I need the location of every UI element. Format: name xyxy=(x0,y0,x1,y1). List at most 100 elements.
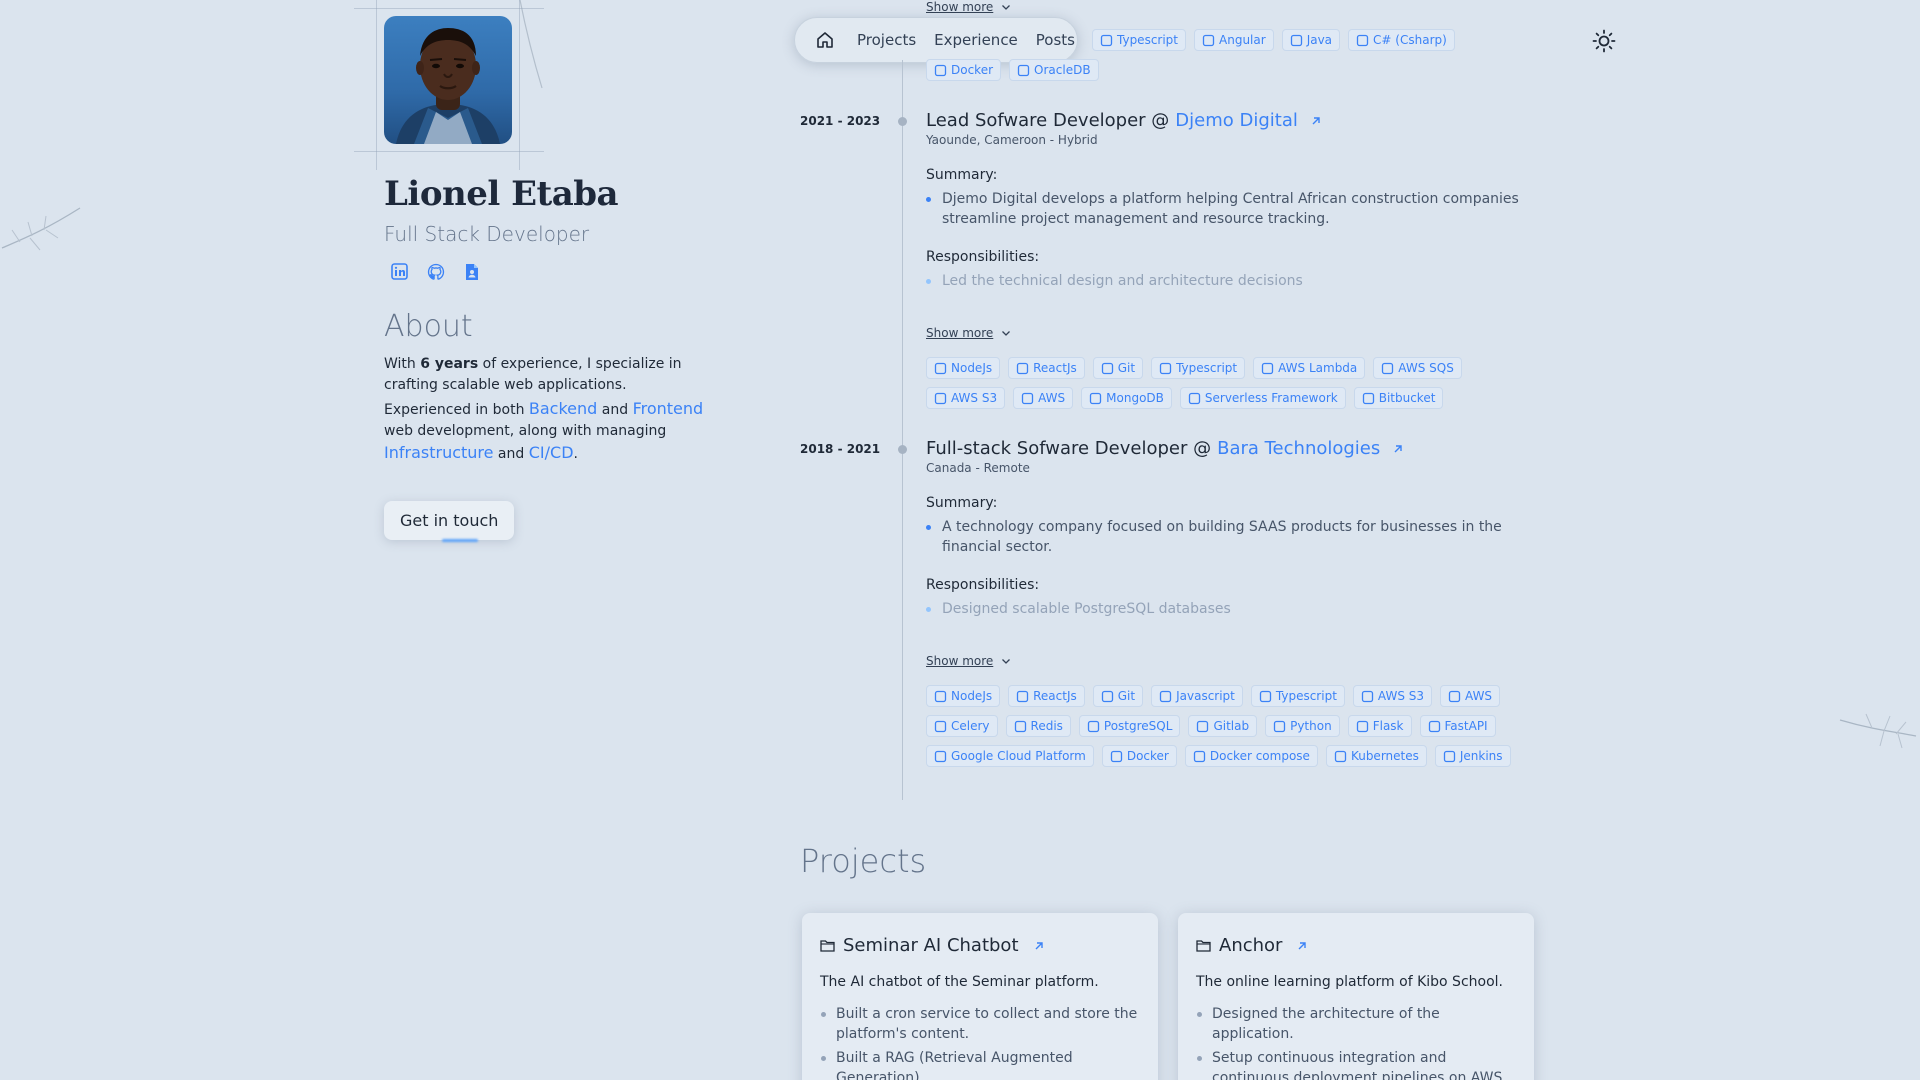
folder-icon xyxy=(820,940,835,952)
tech-tag: MongoDB xyxy=(1081,387,1172,409)
tech-logo-icon xyxy=(934,720,947,732)
top-nav: Projects Experience Posts xyxy=(794,17,1078,63)
tech-logo-icon xyxy=(1110,750,1122,762)
chevron-down-icon xyxy=(1002,5,1011,10)
tech-logo-icon xyxy=(1356,34,1369,46)
tech-logo-icon xyxy=(1090,392,1102,404)
project-bullet: Setup continuous integration and continu… xyxy=(1196,1048,1516,1080)
tech-tag-label: AWS xyxy=(1038,391,1066,405)
show-more-link[interactable]: Show more xyxy=(926,654,1011,668)
tech-tag: ReactJs xyxy=(1008,357,1085,379)
tech-tag-label: AWS SQS xyxy=(1398,361,1454,375)
external-link-icon[interactable] xyxy=(1310,115,1322,127)
tech-tag: Git xyxy=(1092,685,1144,707)
nav-experience[interactable]: Experience xyxy=(934,31,1018,49)
project-title: Seminar AI Chatbot xyxy=(820,935,1140,956)
tech-tag-label: Redis xyxy=(1030,719,1063,733)
tech-tag: NodeJs xyxy=(926,357,1001,379)
job-location: Canada - Remote xyxy=(926,461,1030,475)
external-link-icon[interactable] xyxy=(1296,940,1308,952)
summary-label: Summary: xyxy=(926,495,998,511)
responsibility-item: Led the technical design and architectur… xyxy=(926,271,1526,291)
chevron-down-icon xyxy=(1002,331,1011,336)
about-paragraph-1: With 6 years of experience, I specialize… xyxy=(384,356,682,393)
resume-icon[interactable] xyxy=(462,262,481,281)
avatar-frame xyxy=(354,0,544,170)
tag-list: Docker OracleDB xyxy=(926,59,1326,81)
company-link[interactable]: Djemo Digital xyxy=(1175,110,1298,131)
tag-list: NodeJs ReactJs Git Javascript Typescript AWS … xyxy=(926,685,1526,767)
tech-tag: Bitbucket xyxy=(1353,387,1444,409)
tech-logo-icon xyxy=(1362,392,1374,404)
tech-tag-label: FastAPI xyxy=(1444,719,1488,733)
project-card[interactable]: Anchor The online learning platform of K… xyxy=(1178,913,1534,1080)
project-bullet: Built a cron service to collect and stor… xyxy=(820,1004,1140,1044)
tech-tag: Redis xyxy=(1005,715,1071,737)
tech-tag: Kubernetes xyxy=(1325,745,1427,767)
tech-logo-icon xyxy=(934,64,947,76)
job-title: Lead Sofware Developer @ Djemo Digital xyxy=(926,110,1526,131)
tech-logo-icon xyxy=(1273,720,1286,732)
about-paragraph-2: Experienced in both Backend and Frontend… xyxy=(384,399,704,462)
frontend-link[interactable]: Frontend xyxy=(633,399,704,418)
tech-tag-label: ReactJs xyxy=(1033,361,1077,375)
backend-link[interactable]: Backend xyxy=(529,399,597,418)
social-links xyxy=(390,262,714,281)
tech-tag: AWS xyxy=(1440,685,1501,707)
project-card[interactable]: Seminar AI Chatbot The AI chatbot of the… xyxy=(802,913,1158,1080)
tech-logo-icon xyxy=(1016,362,1029,374)
project-description: The AI chatbot of the Seminar platform. xyxy=(820,974,1099,990)
get-in-touch-button[interactable]: Get in touch xyxy=(384,501,515,542)
tech-logo-icon xyxy=(1443,750,1456,762)
tech-tag: NodeJs xyxy=(926,685,1001,707)
tech-tag-label: NodeJs xyxy=(951,689,993,703)
tech-tag-label: Docker xyxy=(1126,749,1169,763)
job-entry: Full-stack Sofware Developer @ Bara Tech… xyxy=(926,438,1526,619)
tech-logo-icon xyxy=(1101,690,1113,702)
home-icon[interactable] xyxy=(815,30,835,50)
responsibility-item: Designed scalable PostgreSQL databases xyxy=(926,599,1526,619)
tech-tag-label: Python xyxy=(1290,719,1332,733)
tech-tag: OracleDB xyxy=(1009,59,1099,81)
show-more-link[interactable]: Show more xyxy=(926,0,1011,14)
profile-name: Lionel Etaba xyxy=(384,174,619,214)
tech-logo-icon xyxy=(1101,362,1113,374)
timeline-line xyxy=(902,60,903,800)
external-link-icon[interactable] xyxy=(1033,940,1045,952)
company-link[interactable]: Bara Technologies xyxy=(1217,438,1380,459)
sun-icon[interactable] xyxy=(1592,29,1616,53)
tech-logo-icon xyxy=(1259,690,1272,702)
tech-tag-label: Celery xyxy=(951,719,990,733)
tech-tag: AWS S3 xyxy=(926,387,1006,409)
tech-logo-icon xyxy=(1021,392,1034,404)
timeline-dot xyxy=(898,445,907,454)
show-more-link[interactable]: Show more xyxy=(926,326,1011,340)
tech-tag: C# (Csharp) xyxy=(1348,29,1455,51)
avatar xyxy=(384,16,512,144)
tech-logo-icon xyxy=(934,392,947,404)
tech-tag: FastAPI xyxy=(1419,715,1496,737)
timeline-dot xyxy=(898,117,907,126)
external-link-icon[interactable] xyxy=(1392,443,1404,455)
tech-tag: Angular xyxy=(1194,29,1274,51)
tech-logo-icon xyxy=(1382,362,1394,374)
infrastructure-link[interactable]: Infrastructure xyxy=(384,443,493,462)
tech-tag-label: Typescript xyxy=(1275,689,1337,703)
tech-logo-icon xyxy=(1193,750,1206,762)
tech-logo-icon xyxy=(934,750,947,762)
tech-logo-icon xyxy=(1428,720,1440,732)
tech-tag: AWS S3 xyxy=(1352,685,1433,707)
tech-tag: Gitlab xyxy=(1188,715,1258,737)
tech-tag-label: MongoDB xyxy=(1106,391,1164,405)
tech-tag-label: Typescript xyxy=(1176,361,1238,375)
linkedin-icon[interactable] xyxy=(390,262,409,281)
tech-logo-icon xyxy=(1448,690,1461,702)
nav-projects[interactable]: Projects xyxy=(857,31,916,49)
tech-tag: ReactJs xyxy=(1008,685,1085,707)
github-icon[interactable] xyxy=(426,262,445,281)
cicd-link[interactable]: CI/CD xyxy=(529,443,574,462)
tech-logo-icon xyxy=(1087,720,1100,732)
nav-posts[interactable]: Posts xyxy=(1036,31,1075,49)
decorative-sprig-left xyxy=(1,207,81,251)
responsibilities-label: Responsibilities: xyxy=(926,577,1040,593)
